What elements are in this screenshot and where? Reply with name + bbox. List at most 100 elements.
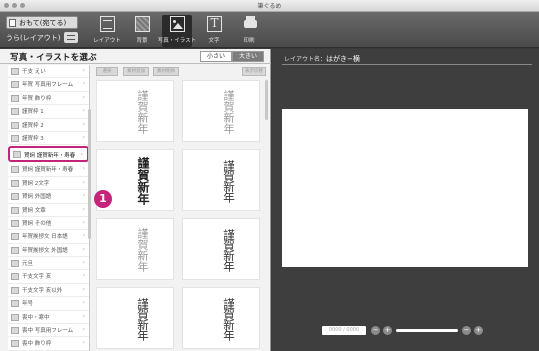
tool-background[interactable]: 背景 <box>127 15 157 47</box>
front-side-selector[interactable]: おもて(宛てる) <box>6 16 78 29</box>
thumbnail-item[interactable]: 謹賀新年 <box>182 149 260 211</box>
chevron-right-icon: › <box>82 120 85 128</box>
image-toolbar-button-1[interactable]: 選択 <box>96 67 118 76</box>
category-label: 賀詞 2文字 <box>22 180 50 187</box>
category-label: 干支 えい <box>22 69 46 75</box>
image-icon <box>11 179 19 187</box>
image-icon <box>11 81 19 89</box>
thumbnail-item[interactable]: 謹賀新年 <box>182 287 260 349</box>
category-label: 元旦 <box>22 261 34 268</box>
zoom-out-button[interactable]: − <box>371 326 380 335</box>
chevron-right-icon: › <box>82 107 85 115</box>
thumbnail-item[interactable]: 謹賀新年 <box>96 80 174 142</box>
thumbnail-item[interactable]: 謹賀新年 <box>182 218 260 280</box>
panel-title: 写真・イラストを選ぶ <box>10 53 97 63</box>
category-item-selected[interactable]: 賀詞 謹賀新年・寿春 › <box>8 146 89 163</box>
back-side-label[interactable]: うら(レイアウト) <box>6 33 60 43</box>
category-item[interactable]: 年賀挨拶文 外国語 › <box>8 244 89 258</box>
menu-icon <box>67 35 75 40</box>
front-side-label: おもて(宛てる) <box>19 19 67 27</box>
image-icon <box>11 300 19 308</box>
category-item[interactable]: 喪中 写真用フレーム › <box>8 324 89 338</box>
zoom-slider[interactable] <box>396 329 458 332</box>
category-item[interactable]: 賀詞 外国語 › <box>8 190 89 204</box>
chevron-right-icon: › <box>82 93 85 101</box>
main-toolbar: おもて(宛てる) うら(レイアウト) レイアウト 背景 写真・イラスト T 文字… <box>0 12 539 48</box>
thumbnail-item[interactable]: 謹賀新年 <box>96 218 174 280</box>
zoom-fit-button[interactable]: − <box>462 326 471 335</box>
category-label: 干支文字 亥 <box>22 274 52 281</box>
chevron-right-icon: › <box>82 178 85 186</box>
thumbnail-item[interactable]: 謹賀新年 <box>182 80 260 142</box>
thumbnail-scrollbar[interactable] <box>265 80 268 120</box>
tool-print-label: 印刷 <box>243 38 255 44</box>
category-item[interactable]: 賀詞 その他 › <box>8 217 89 231</box>
chevron-right-icon: › <box>82 80 85 88</box>
category-item[interactable]: 干支文字 亥 › <box>8 270 89 284</box>
category-item[interactable]: 年賀 写真用フレーム › <box>8 78 89 92</box>
image-icon <box>11 94 19 102</box>
image-icon <box>11 108 19 116</box>
thumbnail-calligraphy: 謹賀新年 <box>222 160 236 202</box>
chevron-right-icon: › <box>82 205 85 213</box>
category-item[interactable]: 賀詞 謹賀新年・寿春 › <box>8 163 89 177</box>
category-item[interactable]: 年号 › <box>8 297 89 311</box>
tool-text[interactable]: T 文字 <box>199 15 229 47</box>
image-icon <box>11 313 19 321</box>
image-icon <box>11 260 19 268</box>
page-field[interactable]: 0000 / 0000 <box>322 326 366 335</box>
image-icon <box>11 327 19 335</box>
category-item[interactable]: 年賀 飾り枠 › <box>8 92 89 106</box>
chevron-right-icon: › <box>82 192 85 200</box>
category-list[interactable]: 干支 えい › 年賀 写真用フレーム › 年賀 飾り枠 › 謹賀枠 1 › 謹賀枠 2 › 謹賀枠 … <box>8 65 90 351</box>
image-toolbar-button-2[interactable]: 素材追加 <box>123 67 149 76</box>
category-item[interactable]: 年賀挨拶文 日本語 › <box>8 230 89 244</box>
chevron-right-icon: › <box>82 326 85 334</box>
chevron-right-icon: › <box>82 218 85 226</box>
chevron-right-icon: › <box>82 133 85 141</box>
image-toolbar-button-4[interactable]: 表示切替 <box>242 67 266 76</box>
image-icon <box>11 206 19 214</box>
tool-image[interactable]: 写真・イラスト <box>158 15 196 47</box>
image-icon <box>11 68 19 75</box>
chevron-right-icon: › <box>82 299 85 307</box>
image-toolbar-button-3[interactable]: 素材削除 <box>153 67 179 76</box>
zoom-max-button[interactable]: + <box>474 326 483 335</box>
printer-icon <box>242 16 257 32</box>
image-icon <box>11 134 19 142</box>
thumbnail-size-toggle: 小さい 大きい <box>200 51 264 62</box>
image-toolbar: 選択 素材追加 素材削除 表示切替 <box>96 67 268 76</box>
category-label: 喪中 写真用フレーム <box>22 328 74 335</box>
size-small-button[interactable]: 小さい <box>200 51 232 62</box>
layout-name-prefix: レイアウト名： <box>284 56 327 63</box>
tool-layout[interactable]: レイアウト <box>92 15 122 47</box>
category-item[interactable]: 賀詞 2文字 › <box>8 177 89 191</box>
zoom-controls: 0000 / 0000 − + − + <box>322 326 492 336</box>
category-label: 年賀 写真用フレーム <box>22 82 74 89</box>
chevron-right-icon: › <box>82 339 85 347</box>
size-large-button[interactable]: 大きい <box>232 51 264 62</box>
tool-print[interactable]: 印刷 <box>234 15 264 47</box>
thumbnail-grid: 謹賀新年 謹賀新年 謹賀新年 謹賀新年 謹賀新年 謹賀新年 謹賀新年 謹賀新年 <box>96 80 264 351</box>
postcard-canvas[interactable] <box>282 109 528 267</box>
thumbnail-item[interactable]: 謹賀新年 <box>96 287 174 349</box>
thumbnail-calligraphy: 謹賀新年 <box>136 298 150 340</box>
image-icon <box>11 340 19 348</box>
thumbnail-calligraphy: 謹賀新年 <box>136 228 149 272</box>
category-item[interactable]: 謹賀枠 3 › <box>8 132 89 146</box>
chevron-right-icon: › <box>82 312 85 320</box>
side-menu-button[interactable] <box>64 32 78 43</box>
category-item[interactable]: 喪中・寒中 › <box>8 311 89 325</box>
category-item[interactable]: 謹賀枠 1 › <box>8 105 89 119</box>
category-item[interactable]: 元旦 › <box>8 257 89 271</box>
layout-name-value: はがき−横 <box>326 55 360 63</box>
category-item[interactable]: 賀詞 文章 › <box>8 204 89 217</box>
category-item[interactable]: 謹賀枠 2 › <box>8 119 89 132</box>
category-scrollbar[interactable] <box>88 109 91 239</box>
zoom-in-button[interactable]: + <box>383 326 392 335</box>
layout-name-underline <box>282 64 532 65</box>
category-item[interactable]: 喪中 飾り枠 › <box>8 337 89 351</box>
category-item[interactable]: 干支 えい › <box>8 65 89 79</box>
chevron-right-icon: › <box>82 285 85 293</box>
category-item[interactable]: 干支文字 亥以外 › <box>8 284 89 298</box>
